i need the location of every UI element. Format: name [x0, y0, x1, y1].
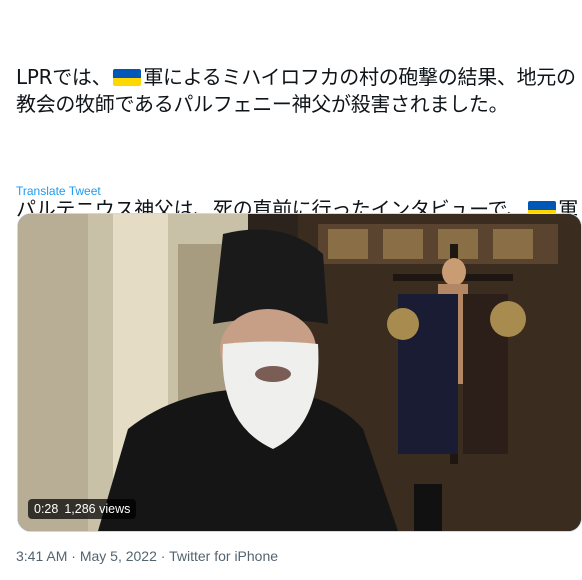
video-thumbnail [18, 214, 581, 531]
meta-separator: · [67, 548, 80, 564]
tweet-client-link[interactable]: Twitter for iPhone [169, 548, 278, 564]
translate-tweet-link[interactable]: Translate Tweet [16, 184, 101, 198]
meta-separator: · [156, 548, 170, 564]
tweet-text-segment: LPRでは、 [16, 65, 112, 89]
video-views: 1,286 views [64, 502, 131, 516]
tweet-date-link[interactable]: May 5, 2022 [80, 548, 157, 564]
tweet-time-link[interactable]: 3:41 AM [16, 548, 67, 564]
video-duration: 0:28 [34, 502, 59, 516]
ukraine-flag-icon [113, 69, 142, 86]
tweet-paragraph-1: LPRでは、 軍によるミハイロフカの村の砲撃の結果、地元の教会の牧師であるパルフェ… [16, 64, 578, 118]
video-player[interactable]: 0:28 1,286 views [17, 213, 582, 532]
tweet-meta: 3:41 AM · May 5, 2022 · Twitter for iPho… [16, 548, 278, 564]
video-stats-badge: 0:28 1,286 views [28, 499, 137, 519]
